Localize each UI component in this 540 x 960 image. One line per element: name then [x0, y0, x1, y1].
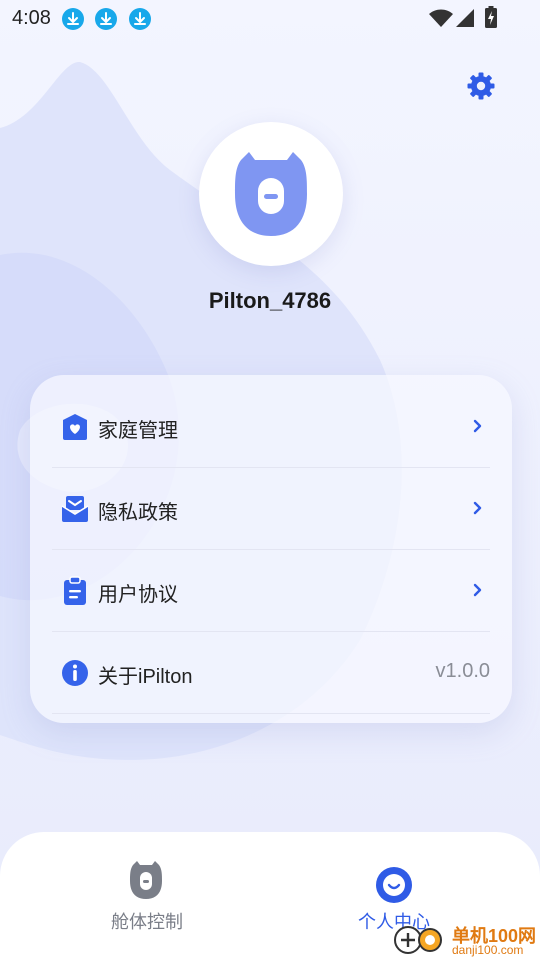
status-bar: 4:08: [0, 0, 540, 36]
divider: [52, 713, 490, 714]
app-version: v1.0.0: [435, 660, 490, 682]
info-icon: [62, 660, 88, 686]
chevron-right-icon: [473, 419, 482, 433]
privacy-mail-icon: [61, 496, 89, 522]
gear-icon[interactable]: [466, 71, 496, 101]
download-icon: [95, 8, 117, 30]
watermark-url: danji100.com: [452, 943, 524, 957]
status-time: 4:08: [12, 7, 51, 29]
download-icon: [62, 8, 84, 30]
chevron-right-icon: [473, 501, 482, 515]
wifi-icon: [429, 9, 453, 27]
username: Pilton_4786: [208, 288, 332, 313]
chevron-right-icon: [473, 583, 482, 597]
mascot-avatar-icon: [235, 152, 307, 236]
download-icon: [129, 8, 151, 30]
avatar[interactable]: [199, 122, 343, 266]
site-watermark: 单机100网 danji100.com: [390, 920, 540, 960]
battery-charging-icon: [485, 6, 497, 28]
clipboard-icon: [64, 576, 86, 605]
menu-item-label: 用户协议: [98, 584, 178, 606]
menu-item-label: 隐私政策: [98, 502, 178, 524]
menu-item-family-management[interactable]: 家庭管理: [30, 385, 512, 467]
menu-item-label: 家庭管理: [98, 420, 178, 442]
tab-cabin-control[interactable]: 舱体控制: [47, 832, 247, 960]
signal-icon: [456, 9, 474, 27]
user-smile-icon: [376, 867, 412, 903]
settings-menu-card: 家庭管理 隐私政策 用户协议 关于iPilton v1.0.0: [30, 375, 512, 723]
tab-label: 舱体控制: [111, 912, 183, 932]
watermark-logo-icon: [394, 926, 442, 954]
robot-head-icon: [130, 861, 162, 899]
menu-item-user-agreement[interactable]: 用户协议: [30, 549, 512, 631]
menu-item-privacy-policy[interactable]: 隐私政策: [30, 467, 512, 549]
menu-item-about[interactable]: 关于iPilton v1.0.0: [30, 631, 512, 713]
menu-item-label: 关于iPilton: [98, 666, 193, 688]
home-heart-icon: [63, 414, 87, 440]
